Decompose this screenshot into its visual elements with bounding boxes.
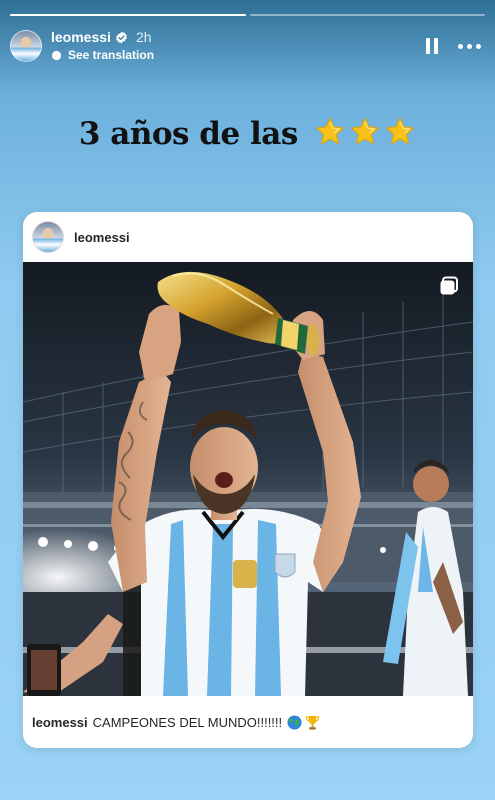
star-icon (385, 117, 415, 145)
story-username[interactable]: leomessi (51, 29, 111, 46)
post-username[interactable]: leomessi (74, 230, 130, 245)
headline-text: 3 años de las (78, 116, 298, 152)
progress-segment-2 (249, 14, 485, 16)
star-icon (315, 117, 345, 145)
story-header: leomessi 2h See translation (10, 28, 481, 64)
more-options-icon[interactable] (458, 43, 481, 49)
verified-badge-icon (116, 31, 127, 44)
see-translation-label: See translation (68, 48, 155, 62)
caption-username[interactable]: leomessi (32, 715, 88, 730)
globe-icon (287, 714, 302, 730)
story-timestamp: 2h (135, 29, 152, 45)
caption-text: CAMPEONES DEL MUNDO!!!!!!! (92, 714, 283, 730)
see-translation-link[interactable]: See translation (51, 47, 154, 63)
post-avatar[interactable] (32, 221, 64, 253)
post-caption: leomessi CAMPEONES DEL MUNDO!!!!!!! (23, 696, 473, 748)
messi-trophy-photo (23, 262, 473, 696)
star-icon (350, 117, 380, 145)
shared-post-card[interactable]: leomessi leomessi CAMPEONES DEL MUNDO!!!… (23, 212, 473, 748)
headline-stars (314, 116, 416, 148)
trophy-icon (305, 715, 320, 730)
post-photo[interactable] (23, 262, 473, 696)
post-header: leomessi (23, 212, 473, 262)
pause-icon[interactable] (426, 38, 438, 54)
progress-segment-1 (10, 14, 246, 16)
avatar[interactable] (10, 30, 42, 62)
translate-icon (51, 50, 62, 60)
carousel-icon (440, 276, 458, 295)
story-headline: 3 años de las (0, 116, 495, 152)
story-progress-bar (10, 14, 485, 16)
story-user-info: leomessi 2h See translation (51, 29, 154, 63)
